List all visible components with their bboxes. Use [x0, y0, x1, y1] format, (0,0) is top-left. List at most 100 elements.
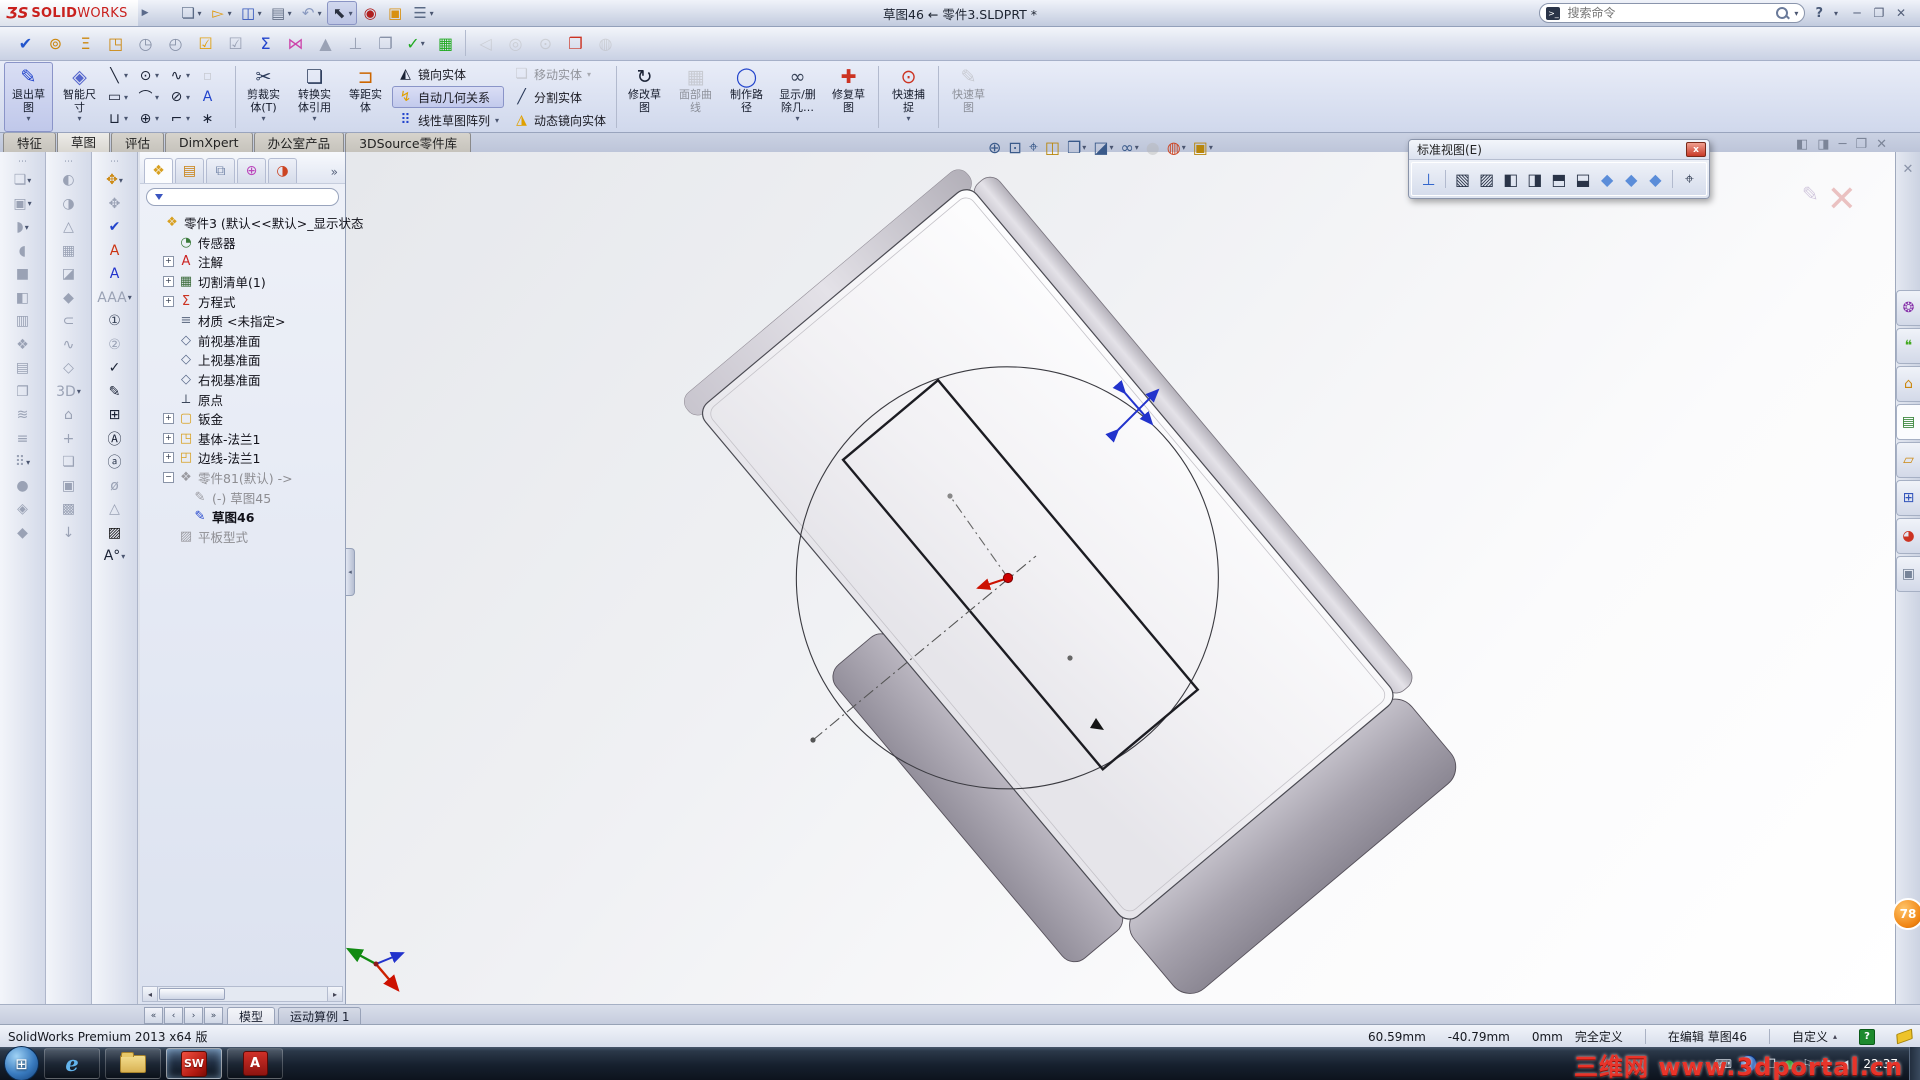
dropdown-caret[interactable]: ▾: [258, 9, 262, 18]
accept-sketch-icon[interactable]: ✎: [1802, 182, 1819, 206]
tab-dimxpert[interactable]: DimXpert: [165, 132, 253, 152]
tree-expand-toggle[interactable]: −: [163, 472, 174, 483]
import-diagnostics-icon[interactable]: ✓▾: [402, 30, 429, 57]
tree-expand-toggle[interactable]: +: [163, 296, 174, 307]
box-tool-icon[interactable]: ❏: [54, 451, 84, 474]
dropdown-caret[interactable]: ▾: [288, 9, 292, 18]
linear-pattern-icon[interactable]: ⠿▾: [8, 451, 38, 474]
restore-button[interactable]: ❐: [1870, 6, 1888, 20]
file-properties-icon[interactable]: ▣: [384, 2, 407, 24]
tab-nav-button[interactable]: ›: [184, 1007, 203, 1024]
plane-tool-icon[interactable]: ◇: [54, 357, 84, 380]
offset-entities-button[interactable]: ⊐等距实体: [341, 62, 390, 132]
close-button[interactable]: ✕: [1892, 6, 1910, 20]
dropdown-caret[interactable]: ▾: [421, 39, 425, 48]
tree-item[interactable]: ✎草图46: [143, 507, 345, 527]
assembly-timer-icon[interactable]: ◴: [162, 30, 189, 57]
tree-item[interactable]: ❖零件3 (默认<<默认>_显示状态: [143, 213, 345, 233]
compare-geometry-icon[interactable]: ❒: [562, 30, 589, 57]
search-dropdown-caret[interactable]: ▾: [1794, 9, 1798, 18]
dimetric-view-icon[interactable]: ◆: [1645, 167, 1666, 191]
dropdown-caret[interactable]: ▾: [186, 93, 190, 102]
open-icon[interactable]: ▻▾: [207, 2, 235, 24]
panel-collapse-handle[interactable]: ◂: [346, 548, 355, 596]
view-orientation-icon[interactable]: ❒▾: [1067, 138, 1086, 157]
spline-surface-icon[interactable]: ∿: [54, 334, 84, 357]
view-palette-tab-icon[interactable]: ⊞: [1896, 480, 1920, 516]
doc-split-left-icon[interactable]: ◧: [1796, 137, 1808, 152]
dropdown-caret[interactable]: ▾: [128, 293, 132, 302]
print-icon[interactable]: ▤▾: [267, 2, 295, 24]
compare-documents-icon[interactable]: ❐: [372, 30, 399, 57]
pattern-icon[interactable]: ≡: [8, 428, 38, 451]
draft-analysis-icon[interactable]: ▲: [312, 30, 339, 57]
ellipse-tool-icon[interactable]: ⊘▾: [168, 86, 199, 108]
solidworks-resources-tab-icon[interactable]: ❂: [1896, 290, 1920, 326]
spell-check-icon[interactable]: ✔: [12, 30, 39, 57]
display-style-icon[interactable]: ◪▾: [1093, 138, 1113, 157]
back-view-icon[interactable]: ▨: [1476, 167, 1497, 191]
tree-item[interactable]: ◇前视基准面: [143, 331, 345, 351]
hole-wizard-icon[interactable]: ❖: [8, 334, 38, 357]
sheet-metal-part[interactable]: [623, 152, 1482, 1004]
notification-badge[interactable]: 78: [1892, 898, 1920, 930]
scroll-right-icon[interactable]: ▸: [327, 987, 342, 1001]
dropdown-caret[interactable]: ▾: [155, 93, 159, 102]
revolve-icon[interactable]: ◐: [54, 169, 84, 192]
curve-icon[interactable]: ⊂: [54, 310, 84, 333]
smart-dimension-button[interactable]: ◈智能尺寸▾: [55, 62, 104, 132]
dropdown-caret[interactable]: ▾: [155, 71, 159, 80]
dropdown-caret[interactable]: ▾: [318, 9, 322, 18]
dimxpertmanager-tab[interactable]: ⊕: [237, 158, 266, 183]
cancel-sketch-icon[interactable]: ✕: [1827, 182, 1857, 218]
dropdown-caret[interactable]: ▾: [1082, 143, 1086, 152]
datum-target-icon[interactable]: ø: [100, 475, 130, 498]
display-delete-relations-button[interactable]: ∞显示/删除几…▾: [773, 62, 822, 132]
dropdown-caret[interactable]: ▾: [1109, 143, 1113, 152]
design-library-tab-icon[interactable]: ▤: [1896, 404, 1920, 440]
auto-balloon-icon[interactable]: ②: [100, 334, 130, 357]
search-icon[interactable]: [1776, 7, 1788, 19]
doc-close-icon[interactable]: ✕: [1876, 137, 1887, 152]
tab-office-products[interactable]: 办公室产品: [254, 132, 345, 152]
units-selector[interactable]: 自定义: [1792, 1028, 1828, 1045]
geometric-tolerance-icon[interactable]: Ⓐ: [100, 428, 130, 451]
dropdown-caret[interactable]: ▾: [1135, 143, 1139, 152]
right-view-icon[interactable]: ◨: [1524, 167, 1545, 191]
mass-properties-icon[interactable]: Ξ: [72, 30, 99, 57]
units-caret-icon[interactable]: ▴: [1833, 1032, 1837, 1041]
loft-icon[interactable]: △: [54, 216, 84, 239]
text-array-icon[interactable]: AAA▾: [100, 287, 130, 310]
dropdown-caret[interactable]: ▾: [155, 114, 159, 123]
section-view-icon[interactable]: ◫: [1045, 138, 1060, 157]
zoom-fit-icon[interactable]: ⊕: [988, 138, 1001, 157]
standard-views-titlebar[interactable]: 标准视图(E) x: [1409, 140, 1709, 160]
tree-item[interactable]: ⟂原点: [143, 389, 345, 409]
surface-finish-icon[interactable]: ✎: [100, 381, 130, 404]
displaymanager-tab[interactable]: ◑: [268, 158, 297, 183]
dropdown-caret[interactable]: ▾: [124, 93, 128, 102]
fillet-feature-icon[interactable]: ◗▾: [8, 216, 38, 239]
tree-item[interactable]: +Σ方程式: [143, 291, 345, 311]
repair-sketch-button[interactable]: ✚修复草图: [824, 62, 873, 132]
dropdown-caret[interactable]: ▾: [186, 114, 190, 123]
circle-tool-icon[interactable]: ⊙▾: [137, 65, 168, 87]
deviation-analysis-icon[interactable]: ⋈: [282, 30, 309, 57]
tree-filter-input[interactable]: [146, 188, 339, 206]
file-explorer-tab-icon[interactable]: ▱: [1896, 442, 1920, 478]
shell-icon[interactable]: ■: [8, 263, 38, 286]
trimetric-view-icon[interactable]: ◆: [1621, 167, 1642, 191]
tree-item[interactable]: +▢钣金: [143, 409, 345, 429]
modify-sketch-button[interactable]: ↻修改草图: [620, 62, 669, 132]
featuremanager-tree-tab[interactable]: ❖: [144, 158, 173, 183]
cut-tool-icon[interactable]: ▣: [54, 475, 84, 498]
propertymanager-tab[interactable]: ▤: [175, 158, 204, 183]
dropdown-caret[interactable]: ▾: [186, 71, 190, 80]
tab-3dsource[interactable]: 3DSource零件库: [345, 132, 471, 152]
note-tool-icon[interactable]: A: [100, 263, 130, 286]
left-view-icon[interactable]: ◧: [1500, 167, 1521, 191]
tree-item[interactable]: +A注解: [143, 252, 345, 272]
dimension-tool-icon[interactable]: ✥▾: [100, 169, 130, 192]
top-view-icon[interactable]: ⬒: [1548, 167, 1569, 191]
tree-item[interactable]: +◳基体-法兰1: [143, 429, 345, 449]
